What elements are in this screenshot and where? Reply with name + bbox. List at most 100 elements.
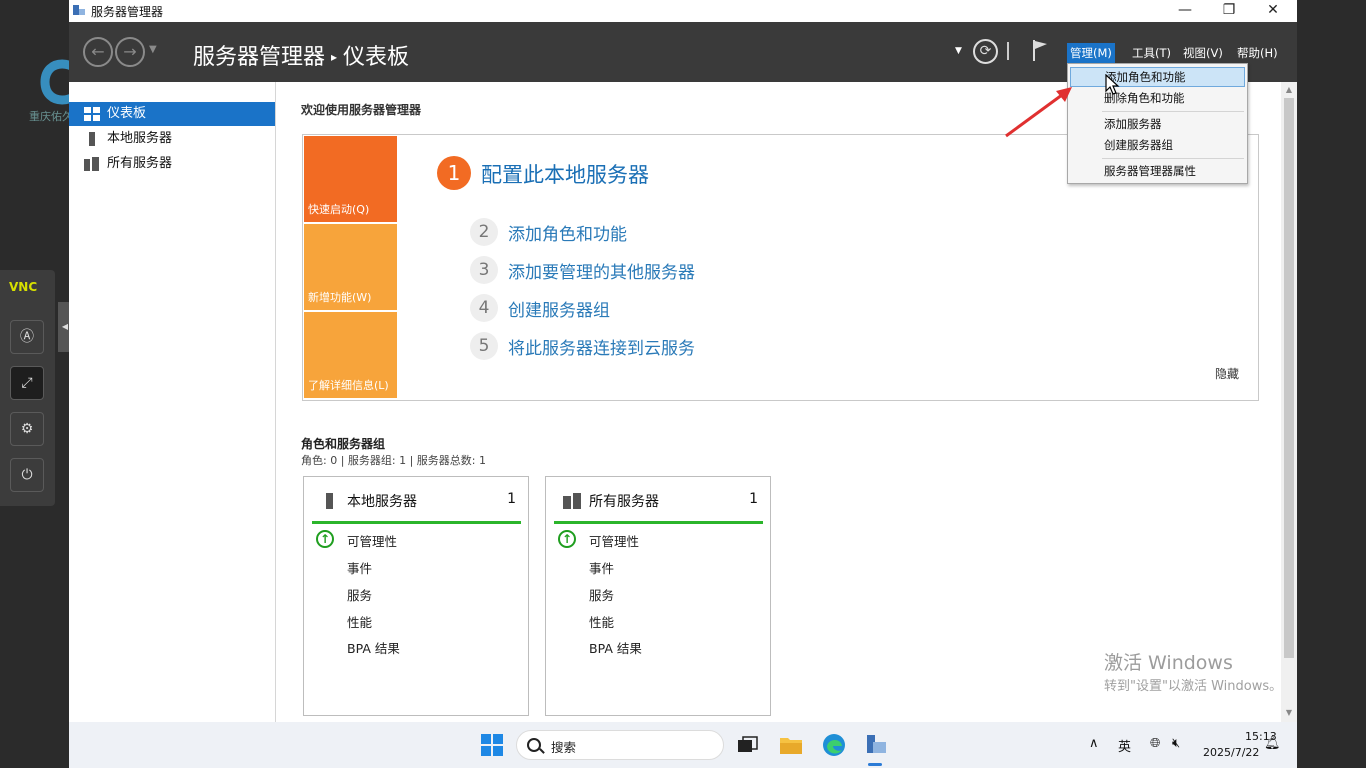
file-explorer-icon[interactable] bbox=[778, 732, 804, 758]
step-number-4: 4 bbox=[470, 294, 498, 322]
activation-watermark-subtitle: 转到"设置"以激活 Windows。 bbox=[1104, 679, 1283, 694]
status-ok-arrow-icon: ↑ bbox=[558, 530, 576, 548]
network-globe-icon[interactable]: 🌐︎ bbox=[1150, 736, 1160, 751]
step-link-connect-cloud[interactable]: 将此服务器连接到云服务 bbox=[508, 334, 695, 359]
step-number-5: 5 bbox=[470, 332, 498, 360]
settings-gear-icon[interactable]: ⚙ bbox=[10, 412, 44, 446]
menu-separator bbox=[1102, 158, 1244, 159]
sidebar-item-label: 本地服务器 bbox=[107, 131, 173, 146]
back-arrow-icon[interactable]: ← bbox=[83, 37, 113, 67]
windows-start-icon[interactable] bbox=[481, 734, 503, 756]
search-placeholder: 搜索 bbox=[551, 740, 577, 755]
menu-item-create-group[interactable]: 创建服务器组 bbox=[1070, 135, 1245, 155]
edge-browser-icon[interactable] bbox=[821, 732, 847, 758]
card-all-servers[interactable]: 所有服务器 1 ↑ 可管理性 事件 服务 性能 BPA 结果 bbox=[545, 476, 771, 716]
tray-chevron-icon[interactable]: ∧ bbox=[1089, 736, 1099, 751]
hide-link[interactable]: 隐藏 bbox=[1215, 365, 1239, 382]
breadcrumb-current: 仪表板 bbox=[343, 45, 410, 70]
menu-help[interactable]: 帮助(H) bbox=[1234, 43, 1281, 63]
vertical-scrollbar[interactable]: ▲ ▼ bbox=[1281, 82, 1297, 722]
card-item-bpa[interactable]: BPA 结果 bbox=[347, 638, 400, 657]
sidebar: 仪表板 本地服务器 所有服务器 bbox=[69, 82, 276, 722]
tile-label: 快速启动(Q) bbox=[308, 203, 370, 216]
scroll-down-arrow-icon[interactable]: ▼ bbox=[1281, 706, 1297, 720]
keyboard-icon[interactable]: Ⓐ bbox=[10, 320, 44, 354]
notification-bell-icon[interactable]: 🔔︎ bbox=[1264, 736, 1281, 751]
welcome-title: 欢迎使用服务器管理器 bbox=[301, 103, 422, 117]
card-item-performance[interactable]: 性能 bbox=[589, 612, 614, 631]
card-item-events[interactable]: 事件 bbox=[589, 558, 614, 577]
manage-menu-dropdown: 添加角色和功能 删除角色和功能 添加服务器 创建服务器组 服务器管理器属性 bbox=[1067, 63, 1248, 184]
activation-watermark-title: 激活 Windows bbox=[1104, 652, 1233, 674]
watermark-logo-text: 重庆佑久 bbox=[29, 110, 73, 123]
roles-section-title: 角色和服务器组 bbox=[301, 437, 386, 451]
nav-history-chevron-icon[interactable]: ▼ bbox=[149, 44, 157, 55]
sidebar-item-dashboard[interactable]: 仪表板 bbox=[69, 102, 275, 126]
server-icon bbox=[89, 132, 95, 146]
power-icon[interactable]: ⏻ bbox=[10, 458, 44, 492]
header-divider bbox=[1007, 42, 1009, 60]
card-title: 所有服务器 bbox=[589, 494, 659, 510]
sidebar-item-all-servers[interactable]: 所有服务器 bbox=[69, 152, 275, 176]
ime-indicator[interactable]: 英 bbox=[1118, 736, 1131, 755]
card-status-bar bbox=[312, 521, 521, 524]
roles-summary: 角色: 0 | 服务器组: 1 | 服务器总数: 1 bbox=[301, 454, 487, 467]
taskbar-search-box[interactable]: 搜索 bbox=[516, 730, 724, 760]
menu-view[interactable]: 视图(V) bbox=[1180, 43, 1226, 63]
volume-muted-icon[interactable]: 🔇︎ bbox=[1172, 736, 1180, 751]
card-item-bpa[interactable]: BPA 结果 bbox=[589, 638, 642, 657]
menu-item-add-roles[interactable]: 添加角色和功能 bbox=[1070, 67, 1245, 87]
menu-tools[interactable]: 工具(T) bbox=[1129, 43, 1174, 63]
card-item-services[interactable]: 服务 bbox=[347, 585, 372, 604]
card-item-manageability[interactable]: 可管理性 bbox=[347, 531, 397, 550]
card-status-bar bbox=[554, 521, 763, 524]
step-number-2: 2 bbox=[470, 218, 498, 246]
scrollbar-thumb[interactable] bbox=[1284, 98, 1294, 658]
dashboard-icon bbox=[84, 107, 100, 121]
server-manager-taskbar-icon[interactable] bbox=[863, 732, 889, 758]
servers-icon bbox=[84, 157, 99, 171]
card-local-server[interactable]: 本地服务器 1 ↑ 可管理性 事件 服务 性能 BPA 结果 bbox=[303, 476, 529, 716]
task-view-icon[interactable] bbox=[735, 732, 761, 758]
minimize-button[interactable]: — bbox=[1163, 0, 1207, 22]
tile-whats-new[interactable]: 新增功能(W) bbox=[304, 224, 397, 310]
step-link-add-servers[interactable]: 添加要管理的其他服务器 bbox=[508, 258, 695, 283]
refresh-icon[interactable]: ⟳ bbox=[973, 39, 998, 64]
tile-label: 了解详细信息(L) bbox=[308, 379, 389, 392]
sidebar-item-local-server[interactable]: 本地服务器 bbox=[69, 127, 275, 151]
active-app-indicator bbox=[868, 763, 882, 766]
notification-flag-icon[interactable] bbox=[1031, 38, 1049, 62]
card-item-events[interactable]: 事件 bbox=[347, 558, 372, 577]
window-title: 服务器管理器 bbox=[91, 5, 164, 19]
clock-date[interactable]: 2025/7/22 bbox=[1203, 746, 1259, 759]
step-link-configure-local-server[interactable]: 配置此本地服务器 bbox=[481, 159, 649, 189]
forward-arrow-icon[interactable]: → bbox=[115, 37, 145, 67]
novnc-control-bar: VNC Ⓐ ⤢ ⚙ ⏻ bbox=[0, 270, 55, 506]
menu-item-add-servers[interactable]: 添加服务器 bbox=[1070, 114, 1245, 134]
card-item-manageability[interactable]: 可管理性 bbox=[589, 531, 639, 550]
menu-manage[interactable]: 管理(M) bbox=[1067, 43, 1115, 63]
step-link-create-group[interactable]: 创建服务器组 bbox=[508, 296, 610, 321]
close-button[interactable]: ✕ bbox=[1251, 0, 1295, 22]
server-icon bbox=[326, 493, 333, 509]
card-item-services[interactable]: 服务 bbox=[589, 585, 614, 604]
restore-button[interactable]: ❐ bbox=[1207, 0, 1251, 22]
sidebar-item-label: 所有服务器 bbox=[107, 156, 173, 171]
breadcrumb: 服务器管理器 ▸ 仪表板 bbox=[193, 39, 409, 71]
tile-quick-start[interactable]: 快速启动(Q) bbox=[304, 136, 397, 222]
menu-item-properties[interactable]: 服务器管理器属性 bbox=[1070, 161, 1245, 181]
step-link-add-roles[interactable]: 添加角色和功能 bbox=[508, 220, 627, 245]
servers-icon bbox=[563, 493, 581, 509]
fullscreen-icon[interactable]: ⤢ bbox=[10, 366, 44, 400]
tile-learn-more[interactable]: 了解详细信息(L) bbox=[304, 312, 397, 398]
menu-item-remove-roles[interactable]: 删除角色和功能 bbox=[1070, 88, 1245, 108]
header-chevron-icon[interactable]: ▼ bbox=[955, 46, 962, 56]
mouse-cursor-icon bbox=[1105, 74, 1120, 95]
red-annotation-arrow-icon bbox=[1005, 87, 1072, 138]
card-item-performance[interactable]: 性能 bbox=[347, 612, 372, 631]
menu-separator bbox=[1102, 111, 1244, 112]
card-count: 1 bbox=[749, 491, 758, 507]
breadcrumb-root[interactable]: 服务器管理器 bbox=[193, 45, 325, 70]
step-number-3: 3 bbox=[470, 256, 498, 284]
scroll-up-arrow-icon[interactable]: ▲ bbox=[1281, 83, 1297, 97]
